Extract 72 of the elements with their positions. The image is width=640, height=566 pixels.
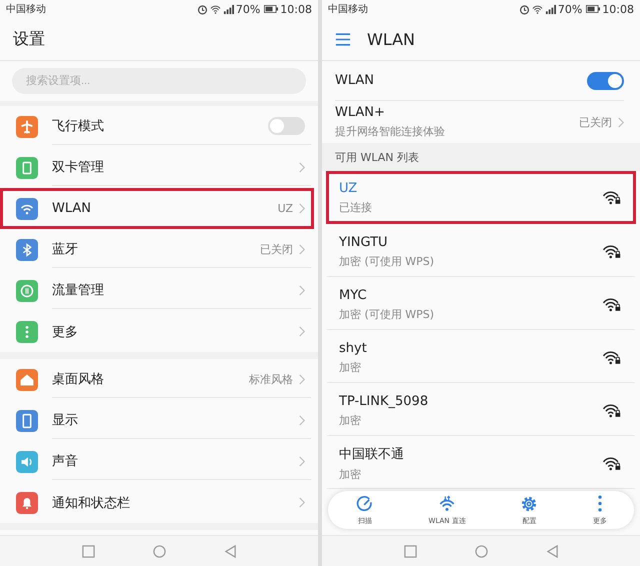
chevron-icon: [299, 414, 305, 426]
app-icon: [16, 156, 38, 178]
wifi-icon: [210, 4, 221, 14]
chevron-icon: [299, 497, 305, 508]
battery-percent: 70%: [558, 2, 582, 16]
scan-icon: [354, 494, 375, 514]
settings-item[interactable]: 通知和状态栏: [0, 482, 314, 523]
section-header: 可用 WLAN 列表: [335, 150, 420, 164]
setting-label: WLAN+: [335, 105, 386, 120]
search-field[interactable]: 搜索设置项...: [12, 68, 306, 94]
menu-icon: [335, 32, 351, 46]
screen-title: 设置: [13, 28, 45, 50]
wifi-icon: [532, 4, 543, 14]
settings-item[interactable]: 飞行模式: [0, 106, 314, 147]
settings-item[interactable]: 桌面风格 标准风格: [0, 359, 314, 400]
setting-value: 标准风格: [249, 372, 293, 386]
more-icon: [598, 495, 602, 512]
signal-icon: [222, 4, 234, 14]
app-icon: [16, 116, 38, 138]
settings-item[interactable]: 更多: [0, 311, 314, 352]
setting-value: 已关闭: [260, 242, 293, 256]
chevron-icon: [299, 162, 305, 172]
toggle-switch[interactable]: [268, 117, 305, 135]
signal-icon: [544, 4, 556, 14]
screen-title: WLAN: [367, 30, 416, 48]
settings-item[interactable]: 显示: [0, 400, 314, 441]
settings-item[interactable]: 声音: [0, 441, 314, 482]
wifi-lock-icon: [602, 350, 621, 365]
chevron-icon: [618, 116, 624, 128]
app-icon: [16, 198, 38, 220]
setting-value: UZ: [278, 202, 293, 215]
chevron-icon: [299, 203, 305, 214]
settings-item[interactable]: 流量管理: [0, 270, 314, 311]
setting-label: WLAN: [335, 73, 374, 88]
app-icon: [16, 450, 38, 472]
clock-time: 10:08: [280, 2, 312, 16]
settings-item[interactable]: 蓝牙 已关闭: [0, 229, 314, 270]
wifi-lock-icon: [602, 190, 621, 205]
chevron-icon: [299, 456, 305, 466]
app-icon: [16, 320, 38, 342]
app-icon: [16, 492, 38, 514]
battery-percent: 70%: [236, 2, 260, 16]
wifi-lock-icon: [602, 244, 621, 259]
app-icon: [16, 238, 38, 260]
network-item[interactable]: shyt 加密: [326, 330, 636, 383]
chevron-icon: [299, 374, 305, 384]
setting-value: 已关闭: [579, 114, 612, 130]
app-icon: [16, 280, 38, 302]
network-item[interactable]: YINGTU 加密 (可使用 WPS): [326, 224, 636, 277]
carrier-name: 中国移动: [328, 2, 368, 16]
carrier-name: 中国移动: [6, 2, 46, 16]
alarm-icon: [196, 4, 208, 14]
network-item[interactable]: MYC 加密 (可使用 WPS): [326, 277, 636, 330]
alarm-icon: [518, 4, 530, 14]
wifi-lock-icon: [602, 456, 621, 471]
settings-item[interactable]: WLAN UZ: [0, 188, 314, 229]
app-icon: [16, 410, 38, 432]
network-item[interactable]: 中国联不通 加密: [326, 436, 636, 489]
app-icon: [16, 368, 38, 390]
wifi-lock-icon: [602, 403, 621, 418]
settings-item[interactable]: 双卡管理: [0, 147, 314, 188]
chevron-icon: [299, 244, 305, 254]
battery-icon: [264, 5, 278, 13]
network-item[interactable]: UZ 已连接: [326, 171, 636, 224]
network-item[interactable]: TP-LINK_5098 加密: [326, 383, 636, 436]
clock-time: 10:08: [602, 2, 634, 16]
toggle-switch[interactable]: [587, 72, 624, 90]
wifi-lock-icon: [602, 297, 621, 312]
setting-description: 提升网络智能连接体验: [335, 124, 445, 139]
chevron-icon: [299, 284, 305, 296]
battery-icon: [586, 5, 600, 13]
chevron-icon: [299, 326, 305, 337]
